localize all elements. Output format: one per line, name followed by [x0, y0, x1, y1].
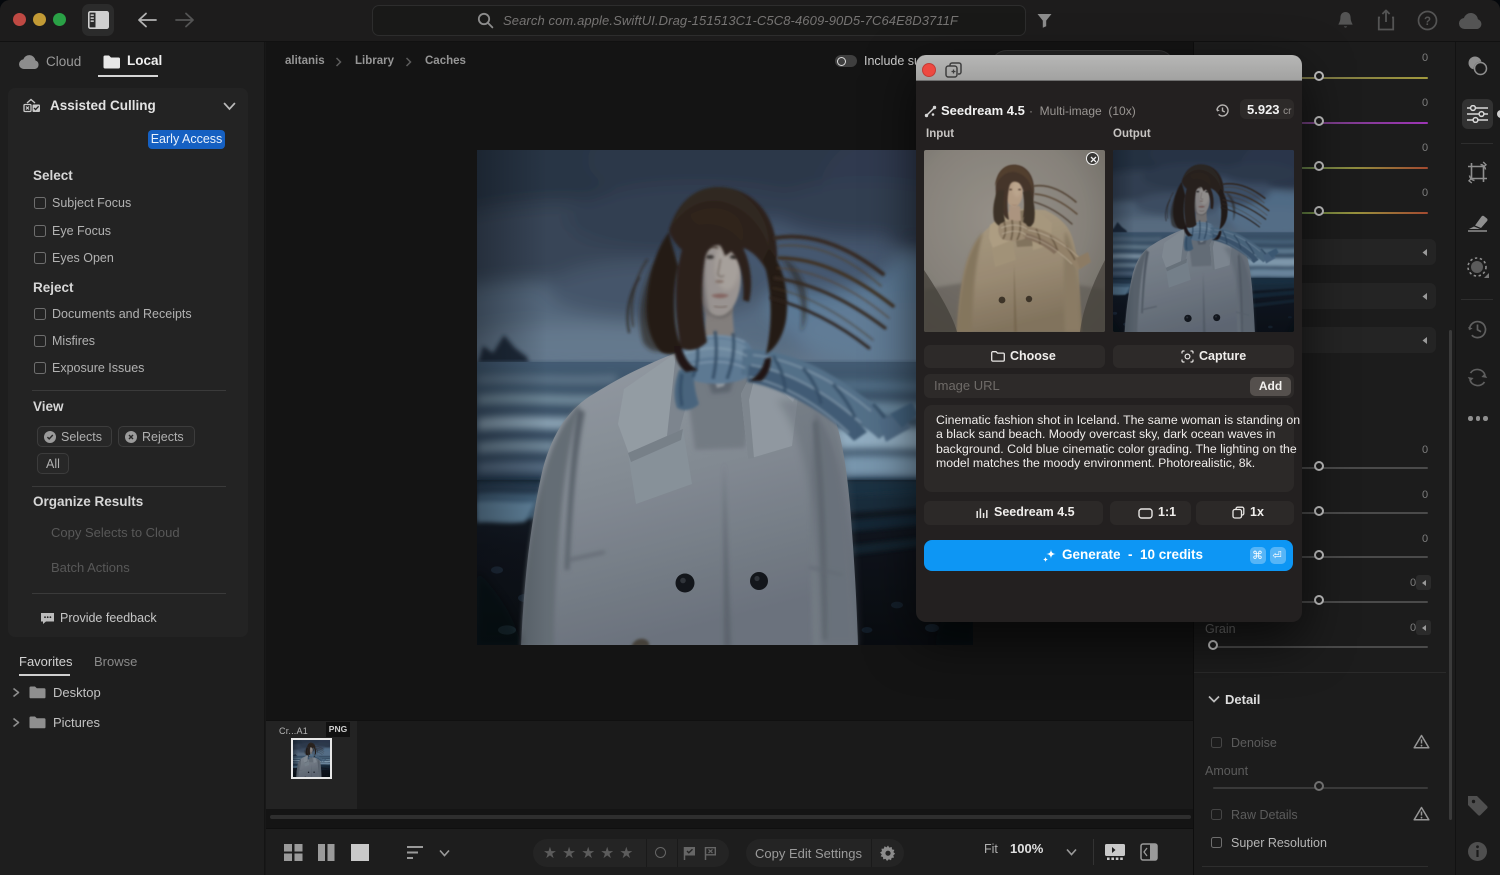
- svg-text:?: ?: [1424, 16, 1431, 28]
